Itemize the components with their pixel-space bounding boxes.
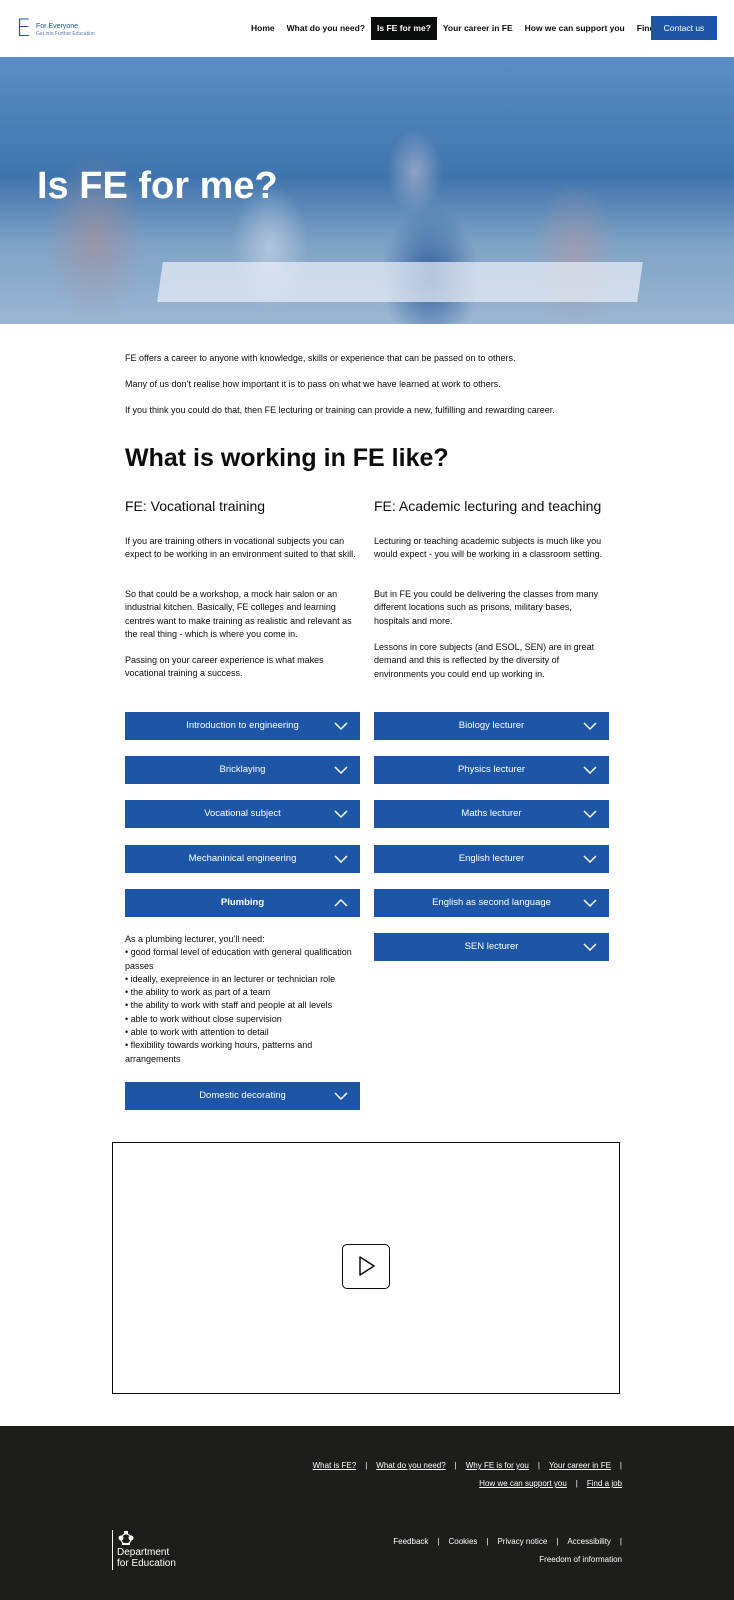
contact-us-button[interactable]: Contact us [651, 16, 717, 40]
footer-link-find-job[interactable]: Find a job [587, 1479, 622, 1488]
vocational-heading: FE: Vocational training [125, 498, 266, 514]
list-item: • able to work without close supervision [125, 1013, 282, 1024]
footer-link-your-career[interactable]: Your career in FE [549, 1461, 611, 1470]
accordion-label: Domestic decorating [199, 1090, 286, 1101]
chevron-down-icon [583, 943, 597, 952]
accordion-english-second-language[interactable]: English as second language [374, 889, 609, 917]
chevron-down-icon [334, 766, 348, 775]
academic-paragraph: Lecturing or teaching academic subjects … [374, 536, 603, 560]
main-nav: Home What do you need? Is FE for me? You… [245, 17, 683, 40]
intro-paragraph: Many of us don’t realise how important i… [125, 379, 501, 389]
footer-link-foi[interactable]: Freedom of information [539, 1555, 622, 1564]
accordion-introduction-to-engineering[interactable]: Introduction to engineering [125, 712, 360, 740]
dfe-line-2: for Education [117, 1558, 176, 1569]
play-icon [359, 1256, 375, 1276]
list-item: • the ability to work with staff and peo… [125, 1000, 333, 1011]
dfe-line-1: Department [117, 1547, 170, 1558]
accordion-label: Introduction to engineering [186, 720, 299, 731]
vocational-paragraph: So that could be a workshop, a mock hair… [125, 589, 352, 639]
footer-nav-row: What is FE? | What do you need? | Why FE i… [312, 1461, 622, 1470]
nav-your-career[interactable]: Your career in FE [437, 17, 519, 40]
footer-link-why-fe[interactable]: Why FE is for you [466, 1461, 529, 1470]
accordion-label: Bricklaying [219, 764, 266, 775]
vocational-paragraph: If you are training others in vocational… [125, 536, 356, 560]
footer-link-privacy[interactable]: Privacy notice [497, 1537, 547, 1546]
accordion-maths-lecturer[interactable]: Maths lecturer [374, 800, 609, 828]
academic-heading: FE: Academic lecturing and teaching [374, 498, 602, 514]
plumbing-accordion-content: As a plumbing lecturer, you’ll need: • g… [125, 933, 360, 1066]
accordion-label: Maths lecturer [461, 808, 522, 819]
accordion-label: SEN lecturer [464, 941, 519, 952]
intro-paragraph: If you think you could do that, then FE … [125, 405, 555, 415]
chevron-down-icon [334, 810, 348, 819]
page-title: Is FE for me? [37, 165, 278, 207]
accordion-label: English lecturer [458, 853, 525, 864]
dfe-logo-text: Department for Education [117, 1547, 176, 1569]
royal-crest-icon [118, 1531, 134, 1545]
list-item: • able to work with attention to detail [125, 1027, 269, 1038]
chevron-down-icon [334, 722, 348, 731]
accordion-vocational-subject[interactable]: Vocational subject [125, 800, 360, 828]
footer-link-support[interactable]: How we can support you [479, 1479, 567, 1488]
accordion-label: Plumbing [220, 897, 265, 908]
hero-image: Is FE for me? [0, 57, 734, 324]
intro-paragraph: FE offers a career to anyone with knowle… [125, 353, 516, 363]
chevron-down-icon [583, 899, 597, 908]
logo-title: For Everyone [36, 23, 79, 30]
accordion-label: Vocational subject [204, 808, 281, 819]
footer-link-cookies[interactable]: Cookies [448, 1537, 477, 1546]
chevron-down-icon [583, 766, 597, 775]
plumbing-intro: As a plumbing lecturer, you’ll need: [125, 934, 265, 944]
academic-paragraph: But in FE you could be delivering the cl… [374, 589, 599, 626]
vocational-paragraph: Passing on your career experience is wha… [125, 655, 324, 679]
accordion-label: Physics lecturer [457, 764, 526, 775]
accordion-english-lecturer[interactable]: English lecturer [374, 845, 609, 873]
site-footer [0, 1426, 734, 1600]
accordion-sen-lecturer[interactable]: SEN lecturer [374, 933, 609, 961]
site-header: E For Everyone Get into Further Educatio… [0, 0, 734, 57]
accordion-label: English as second language [432, 897, 551, 908]
chevron-down-icon [334, 855, 348, 864]
chevron-up-icon [334, 898, 348, 907]
accordion-bricklaying[interactable]: Bricklaying [125, 756, 360, 784]
chevron-down-icon [583, 722, 597, 731]
footer-nav-row: How we can support you | Find a job [479, 1479, 622, 1488]
chevron-down-icon [583, 855, 597, 864]
dfe-logo-rule [112, 1530, 113, 1570]
footer-legal-row: Freedom of information [539, 1555, 622, 1564]
nav-is-fe-for-me[interactable]: Is FE for me? [371, 17, 437, 40]
nav-home[interactable]: Home [245, 17, 281, 40]
section-title: What is working in FE like? [125, 444, 449, 472]
hero-photo-detail [157, 262, 643, 302]
video-player[interactable] [112, 1142, 620, 1394]
list-item: • ideally, exepreience in an lecturer or… [125, 973, 336, 984]
nav-what-do-you-need[interactable]: What do you need? [281, 17, 371, 40]
footer-link-what-do-you-need[interactable]: What do you need? [376, 1461, 445, 1470]
accordion-mechanical-engineering[interactable]: Mechaninical engineering [125, 845, 360, 873]
chevron-down-icon [334, 1092, 348, 1101]
academic-paragraph: Lessons in core subjects (and ESOL, SEN)… [374, 642, 595, 679]
logo-subtitle: Get into Further Education [36, 31, 95, 37]
footer-legal-row: Feedback | Cookies | Privacy notice | Acces… [393, 1537, 622, 1546]
accordion-physics-lecturer[interactable]: Physics lecturer [374, 756, 609, 784]
list-item: • flexibility towards working hours, pat… [125, 1040, 313, 1064]
footer-link-accessibility[interactable]: Accessibility [567, 1537, 611, 1546]
accordion-domestic-decorating[interactable]: Domestic decorating [125, 1082, 360, 1110]
chevron-down-icon [583, 810, 597, 819]
nav-support[interactable]: How we can support you [519, 17, 631, 40]
footer-link-what-is-fe[interactable]: What is FE? [313, 1461, 357, 1470]
accordion-plumbing[interactable]: Plumbing [125, 889, 360, 917]
accordion-biology-lecturer[interactable]: Biology lecturer [374, 712, 609, 740]
logo-letter: E [16, 14, 32, 42]
play-button[interactable] [342, 1244, 390, 1289]
accordion-label: Biology lecturer [458, 720, 525, 731]
list-item: • good formal level of education with ge… [125, 947, 352, 971]
accordion-label: Mechaninical engineering [188, 853, 297, 864]
footer-link-feedback[interactable]: Feedback [393, 1537, 428, 1546]
list-item: • the ability to work as part of a team [125, 987, 271, 998]
